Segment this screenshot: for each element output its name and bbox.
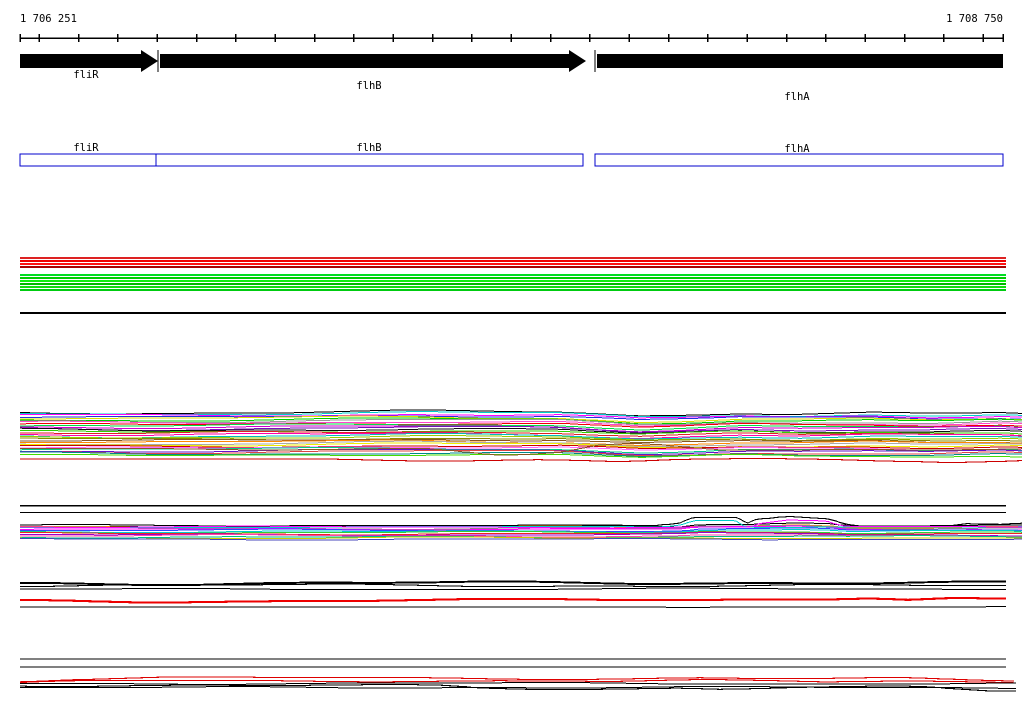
wavy-track-lines — [19, 443, 1023, 692]
bottom-black-line — [20, 682, 1016, 685]
gene-arrow-track: fliR flhB flhA — [20, 50, 1003, 103]
band2-top-black-arc — [20, 515, 1023, 527]
black-thin-line — [20, 587, 1006, 590]
bottom-black-line — [20, 686, 1016, 689]
gene-box-track: fliR flhB flhA — [19, 142, 1004, 167]
gene-arrow-body — [160, 54, 569, 68]
gene-arrow-label: fliR — [73, 69, 99, 81]
genome-plot: fliR flhB flhA fliR flhB flhA — [19, 34, 1023, 692]
gene-arrow-fliR[interactable]: fliR — [20, 50, 158, 81]
gene-arrow-body — [20, 54, 141, 68]
gene-box-flhB[interactable]: flhB — [155, 142, 584, 167]
gene-box-rect — [19, 153, 157, 167]
conservation-band-upper — [19, 409, 1023, 458]
band-line — [20, 538, 1022, 541]
ruler — [19, 34, 1004, 42]
gene-arrow-body — [597, 54, 1003, 68]
black-thin-line — [20, 606, 1006, 608]
gene-box-fliR[interactable]: fliR — [19, 142, 157, 167]
gene-arrow-label: flhB — [356, 80, 381, 92]
gene-box-label: flhB — [356, 142, 381, 154]
gene-box-label: flhA — [784, 143, 810, 155]
gene-arrow-flhB[interactable]: flhB — [157, 50, 586, 92]
gene-box-label: fliR — [73, 142, 99, 154]
gene-arrow-label: flhA — [784, 91, 810, 103]
genome-browser-view: 1 706 251 1 708 750 fliR flhB flhA fliR flhB… — [0, 0, 1024, 714]
gene-box-rect — [594, 153, 1004, 167]
band1-red-outlier — [20, 457, 1022, 464]
gene-box-flhA[interactable]: flhA — [594, 143, 1004, 167]
gene-arrow-flhA[interactable]: flhA — [594, 50, 1003, 103]
flat-track-lines — [20, 257, 1006, 668]
red-thick-line — [20, 596, 1006, 604]
gene-box-rect — [155, 153, 584, 167]
gene-arrowhead — [569, 50, 586, 72]
gene-arrowhead — [141, 50, 158, 72]
